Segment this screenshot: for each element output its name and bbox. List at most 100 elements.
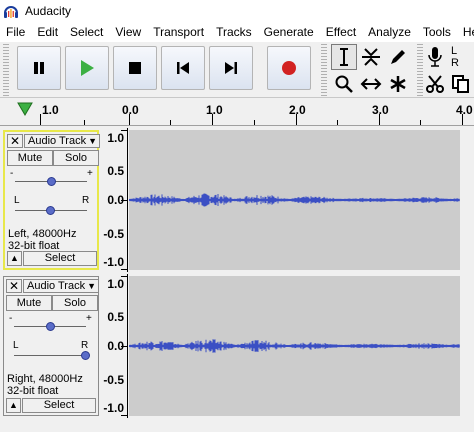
play-button[interactable] <box>65 46 109 90</box>
vertical-ruler[interactable]: 1.0 0.5 0.0 -0.5 -1.0 <box>100 128 128 272</box>
waveform-area[interactable] <box>128 130 460 270</box>
track-menu-button[interactable]: Audio Track ▼ <box>23 279 99 293</box>
selection-tool[interactable] <box>331 44 357 70</box>
pin-playhead-icon[interactable] <box>17 102 33 116</box>
tools-toolbar-grip[interactable] <box>321 44 327 96</box>
select-track-button[interactable]: Select <box>23 251 97 266</box>
ruler-tick <box>462 114 463 125</box>
record-button[interactable] <box>267 46 311 90</box>
solo-button[interactable]: Solo <box>52 295 98 311</box>
i-beam-icon <box>340 48 348 66</box>
stop-button[interactable] <box>113 46 157 90</box>
skip-to-end-button[interactable] <box>209 46 253 90</box>
menu-edit[interactable]: Edit <box>31 25 64 39</box>
menu-view[interactable]: View <box>109 25 147 39</box>
track-close-button[interactable]: ✕ <box>7 134 23 148</box>
menu-select[interactable]: Select <box>64 25 109 39</box>
waveform <box>128 339 460 353</box>
menu-generate[interactable]: Generate <box>258 25 320 39</box>
track-bit-depth-info: 32-bit float <box>7 385 59 397</box>
pan-slider-knob[interactable] <box>81 351 90 360</box>
pause-button[interactable] <box>17 46 61 90</box>
envelope-icon <box>362 48 380 66</box>
skip-to-start-button[interactable] <box>161 46 205 90</box>
chevron-down-icon: ▼ <box>87 281 96 291</box>
ruler-label: 1.0 <box>42 103 59 117</box>
magnifier-icon <box>335 75 353 93</box>
zoom-tool[interactable] <box>331 71 357 97</box>
record-icon <box>282 61 296 75</box>
copy-button[interactable] <box>449 71 473 97</box>
meter-right-label: R <box>451 57 459 69</box>
pan-right-label: R <box>81 340 89 351</box>
record-meter-button[interactable] <box>424 44 446 70</box>
gain-plus-label: + <box>86 313 92 324</box>
menu-tracks[interactable]: Tracks <box>210 25 258 39</box>
timeline-ruler[interactable]: 1.0 0.0 1.0 2.0 3.0 4.0 <box>0 98 474 126</box>
menu-effect[interactable]: Effect <box>320 25 362 39</box>
track-control-panel[interactable]: ✕ Audio Track ▼ Mute Solo - + L R Right,… <box>3 276 99 416</box>
menu-help[interactable]: Hel <box>457 25 474 39</box>
double-arrow-icon <box>360 78 382 90</box>
ruler-tick <box>40 114 41 125</box>
ruler-tick <box>84 120 85 125</box>
vertical-scale-label: -0.5 <box>103 373 124 387</box>
pan-slider-track[interactable] <box>14 355 86 356</box>
select-track-button[interactable]: Select <box>22 398 96 413</box>
vertical-scrollbar[interactable] <box>460 126 474 432</box>
cut-button[interactable] <box>424 71 446 97</box>
solo-button[interactable]: Solo <box>53 150 99 166</box>
gain-slider-knob[interactable] <box>47 177 56 186</box>
ruler-tick <box>254 120 255 125</box>
menu-file[interactable]: File <box>0 25 31 39</box>
meter-toolbar-grip[interactable] <box>417 44 423 96</box>
triangle-up-icon: ▲ <box>10 253 19 263</box>
audacity-logo-icon <box>4 6 18 18</box>
track-control-panel[interactable]: ✕ Audio Track ▼ Mute Solo - + L R Left, … <box>3 130 100 270</box>
pan-right-label: R <box>82 195 90 206</box>
toolbar: L R <box>0 42 474 98</box>
scale-tick <box>121 130 127 131</box>
mute-button[interactable]: Mute <box>7 150 53 166</box>
asterisk-icon <box>390 76 406 92</box>
ruler-tick <box>296 114 297 125</box>
gain-minus-label: - <box>10 168 14 179</box>
menu-analyze[interactable]: Analyze <box>362 25 417 39</box>
multi-tool[interactable] <box>385 71 411 97</box>
scissors-icon <box>426 75 444 93</box>
ruler-tick <box>337 120 338 125</box>
triangle-up-icon: ▲ <box>9 400 18 410</box>
close-icon: ✕ <box>8 279 20 293</box>
vertical-ruler[interactable]: 1.0 0.5 0.0 -0.5 -1.0 <box>100 274 128 418</box>
scale-tick <box>121 415 127 416</box>
track-menu-button[interactable]: Audio Track ▼ <box>24 134 100 148</box>
track-name: Audio Track <box>27 280 86 292</box>
menu-bar: File Edit Select View Transport Tracks G… <box>0 22 474 42</box>
pan-slider-knob[interactable] <box>46 206 55 215</box>
track-close-button[interactable]: ✕ <box>6 279 22 293</box>
ruler-tick <box>379 114 380 125</box>
transport-toolbar-grip[interactable] <box>3 44 9 96</box>
time-shift-tool[interactable] <box>358 71 384 97</box>
skip-to-start-icon <box>177 62 189 74</box>
vertical-scale-label: -1.0 <box>103 401 124 415</box>
waveform <box>128 193 460 207</box>
gain-slider-knob[interactable] <box>46 322 55 331</box>
waveform-area[interactable] <box>128 276 460 416</box>
vertical-scale-label: 1.0 <box>107 131 124 145</box>
collapse-track-button[interactable]: ▲ <box>6 398 21 413</box>
vertical-scale-label: 0.5 <box>107 310 124 324</box>
collapse-track-button[interactable]: ▲ <box>7 251 22 266</box>
title-bar: Audacity <box>0 0 474 22</box>
gain-plus-label: + <box>87 168 93 179</box>
envelope-tool[interactable] <box>358 44 384 70</box>
pencil-icon <box>391 50 405 64</box>
draw-tool[interactable] <box>385 44 411 70</box>
scale-tick <box>121 269 127 270</box>
ruler-label: 2.0 <box>289 103 306 117</box>
menu-transport[interactable]: Transport <box>147 25 210 39</box>
menu-tools[interactable]: Tools <box>417 25 457 39</box>
play-icon <box>81 60 94 76</box>
mute-button[interactable]: Mute <box>6 295 52 311</box>
pan-left-label: L <box>13 340 19 351</box>
